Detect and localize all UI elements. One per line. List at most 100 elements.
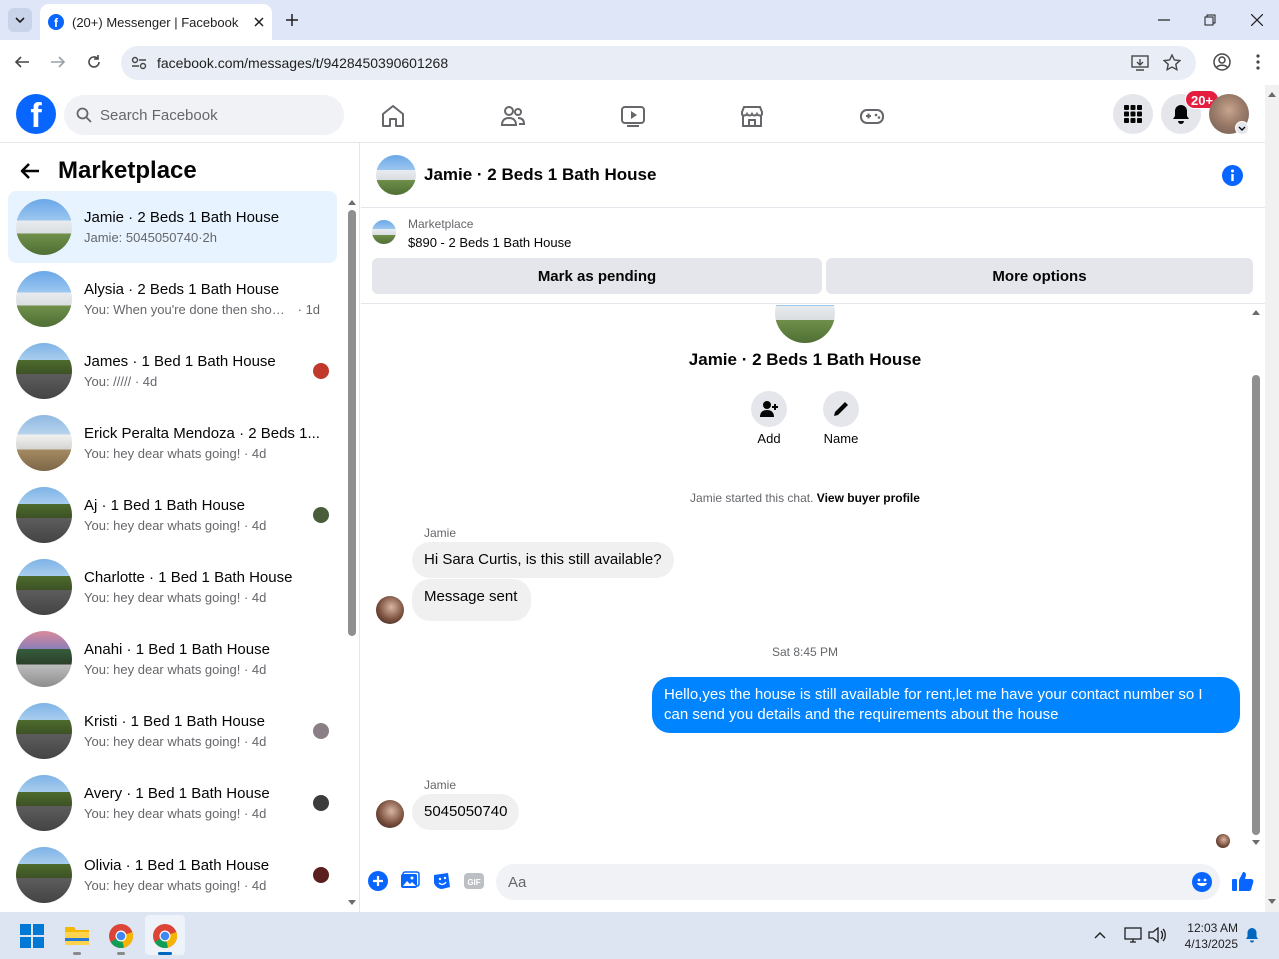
listing-thumbnail[interactable] xyxy=(372,220,396,244)
conversation-item[interactable]: Charlotte · 1 Bed 1 Bath House You: hey d… xyxy=(8,551,337,623)
file-explorer-icon[interactable] xyxy=(64,924,90,946)
chevron-down-icon xyxy=(15,17,25,23)
marketplace-icon[interactable] xyxy=(739,103,765,129)
conversation-item[interactable]: Anahi · 1 Bed 1 Bath House You: hey dear … xyxy=(8,623,337,695)
new-tab-button[interactable] xyxy=(280,8,304,32)
scroll-up-arrow-icon[interactable] xyxy=(1252,309,1260,315)
scroll-down-arrow-icon[interactable] xyxy=(1268,899,1276,905)
tab-search-button[interactable] xyxy=(8,8,32,32)
minimize-button[interactable] xyxy=(1152,8,1176,32)
mark-as-pending-button[interactable]: Mark as pending xyxy=(372,258,822,294)
scroll-up-arrow-icon[interactable] xyxy=(1268,91,1276,97)
message-input[interactable]: Aa xyxy=(496,864,1220,900)
reload-button[interactable] xyxy=(83,51,105,73)
chrome-active-window[interactable] xyxy=(145,915,185,955)
scroll-thumb[interactable] xyxy=(1252,375,1260,835)
watch-video-icon[interactable] xyxy=(620,103,646,129)
address-bar[interactable]: facebook.com/messages/t/9428450390601268 xyxy=(121,46,1196,80)
conversation-item[interactable]: Avery · 1 Bed 1 Bath House You: hey dear … xyxy=(8,767,337,839)
incoming-message[interactable]: Message sent xyxy=(412,579,532,621)
scroll-down-arrow-icon[interactable] xyxy=(1252,840,1260,846)
browser-menu-button[interactable] xyxy=(1247,51,1269,73)
chat-title[interactable]: Jamie · 2 Beds 1 Bath House xyxy=(424,165,656,185)
scroll-down-arrow-icon[interactable] xyxy=(348,900,356,906)
preview-separator: · xyxy=(240,806,252,821)
add-people-button[interactable] xyxy=(751,391,787,427)
conversation-preview-line: You: hey dear whats going! · 4d xyxy=(84,806,313,821)
browser-toolbar: facebook.com/messages/t/9428450390601268 xyxy=(0,40,1279,85)
windows-start-icon[interactable] xyxy=(20,924,44,948)
home-icon[interactable] xyxy=(380,103,406,129)
conversation-item[interactable]: Jamie · 2 Beds 1 Bath House Jamie: 504505… xyxy=(8,191,337,263)
gaming-icon[interactable] xyxy=(859,103,885,129)
conversation-list-scrollbar[interactable] xyxy=(346,195,358,912)
restore-button[interactable] xyxy=(1198,8,1222,32)
conversation-item[interactable]: Kristi · 1 Bed 1 Bath House You: hey dear… xyxy=(8,695,337,767)
close-icon xyxy=(1251,14,1263,26)
network-icon[interactable] xyxy=(1124,927,1142,943)
chrome-icon[interactable] xyxy=(108,923,134,949)
conversation-text: Olivia · 1 Bed 1 Bath House You: hey dear… xyxy=(84,857,313,893)
incoming-message[interactable]: Hi Sara Curtis, is this still available? xyxy=(412,542,674,578)
seen-avatar xyxy=(313,795,329,811)
conversation-preview: You: hey dear whats going! xyxy=(84,518,241,533)
incoming-message[interactable]: 5045050740 xyxy=(412,794,520,830)
site-settings-icon[interactable] xyxy=(131,56,147,70)
close-tab-icon[interactable] xyxy=(254,17,264,27)
scroll-up-arrow-icon[interactable] xyxy=(348,199,356,205)
conversation-name: James · 1 Bed 1 Bath House xyxy=(84,353,276,370)
chevron-up-icon[interactable] xyxy=(1094,931,1106,939)
thumbs-up-icon[interactable] xyxy=(1231,869,1255,893)
scroll-thumb[interactable] xyxy=(348,210,356,636)
conversation-text: Erick Peralta Mendoza · 2 Beds 1... You: … xyxy=(84,425,337,461)
search-placeholder: Search Facebook xyxy=(100,106,218,124)
conversation-time: 1d xyxy=(305,302,321,317)
menu-button[interactable] xyxy=(1113,94,1153,134)
chat-avatar[interactable] xyxy=(376,155,416,195)
account-dropdown-icon[interactable] xyxy=(1235,121,1249,135)
conversation-item[interactable]: Erick Peralta Mendoza · 2 Beds 1... You: … xyxy=(8,407,337,479)
outgoing-message[interactable]: Hello,yes the house is still available f… xyxy=(652,677,1240,733)
view-buyer-profile-link[interactable]: View buyer profile xyxy=(817,491,920,505)
conversation-text: Alysia · 2 Beds 1 Bath House You: When yo… xyxy=(84,281,337,317)
sender-avatar[interactable] xyxy=(376,800,404,828)
facebook-logo[interactable]: f xyxy=(16,94,56,134)
back-arrow-icon[interactable] xyxy=(20,162,40,180)
page-scrollbar[interactable] xyxy=(1265,85,1279,912)
listing-detail[interactable]: $890 - 2 Beds 1 Bath House xyxy=(408,235,571,250)
conversation-avatar xyxy=(16,343,72,399)
notification-bell-icon[interactable] xyxy=(1245,927,1259,943)
plus-circle-icon[interactable] xyxy=(368,871,388,891)
info-icon[interactable] xyxy=(1222,165,1243,186)
thread-profile-photo xyxy=(775,305,835,343)
conversation-item[interactable]: Olivia · 1 Bed 1 Bath House You: hey dear… xyxy=(8,839,337,911)
chat-started-text: Jamie started this chat. xyxy=(690,491,814,505)
install-app-icon[interactable] xyxy=(1131,55,1149,71)
conversation-item[interactable]: Alysia · 2 Beds 1 Bath House You: When yo… xyxy=(8,263,337,335)
sticker-icon[interactable] xyxy=(432,871,452,891)
edit-name-button[interactable] xyxy=(823,391,859,427)
conversation-text: Anahi · 1 Bed 1 Bath House You: hey dear … xyxy=(84,641,337,677)
gif-icon[interactable]: GIF xyxy=(464,871,484,891)
thread-scrollbar[interactable] xyxy=(1250,305,1262,850)
grid-menu-icon xyxy=(1124,105,1142,123)
close-window-button[interactable] xyxy=(1245,8,1269,32)
sender-avatar[interactable] xyxy=(376,596,404,624)
browser-tab[interactable]: f (20+) Messenger | Facebook xyxy=(40,4,272,40)
conversation-item[interactable]: James · 1 Bed 1 Bath House You: ///// · 4… xyxy=(8,335,337,407)
more-options-button[interactable]: More options xyxy=(826,258,1253,294)
conversation-item[interactable]: Aj · 1 Bed 1 Bath House You: hey dear wha… xyxy=(8,479,337,551)
emoji-icon[interactable] xyxy=(1192,872,1212,892)
back-button[interactable] xyxy=(11,51,33,73)
conversation-preview-line: Jamie: 5045050740 · 2h xyxy=(84,230,337,245)
conversation-name: Avery · 1 Bed 1 Bath House xyxy=(84,785,270,802)
profile-button[interactable] xyxy=(1211,51,1233,73)
conversation-preview: You: When you're done then show ... xyxy=(84,302,294,317)
search-input[interactable]: Search Facebook xyxy=(64,95,344,135)
friends-icon[interactable] xyxy=(500,103,526,129)
photo-gallery-icon[interactable] xyxy=(400,871,420,891)
volume-icon[interactable] xyxy=(1148,927,1166,943)
bookmark-star-icon[interactable] xyxy=(1163,54,1181,72)
system-clock[interactable]: 12:03 AM 4/13/2025 xyxy=(1172,920,1238,952)
forward-button[interactable] xyxy=(47,51,69,73)
